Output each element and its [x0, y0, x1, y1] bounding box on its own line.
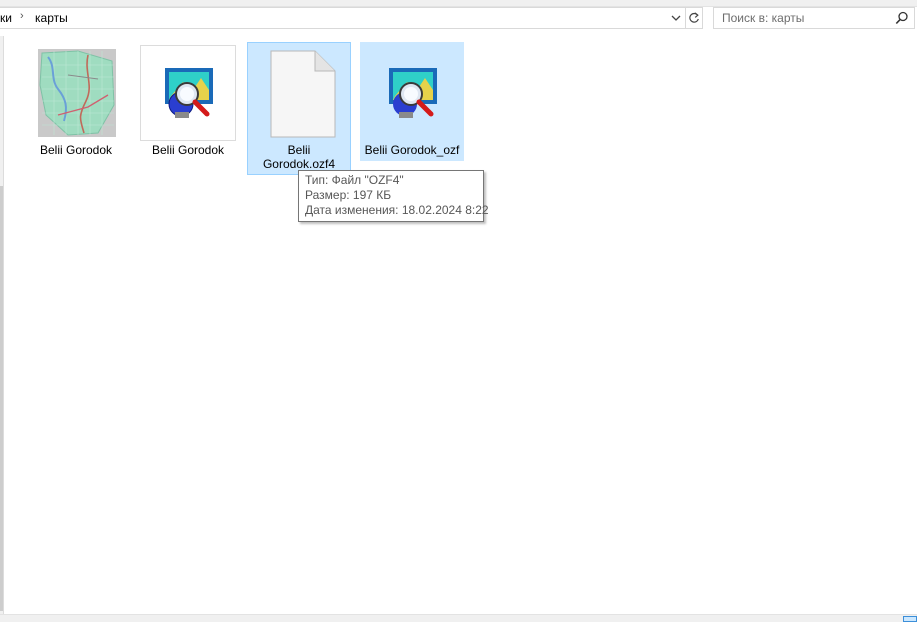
file-info-tooltip: Тип: Файл "OZF4" Размер: 197 КБ Дата изм…	[298, 170, 489, 222]
blank-file-icon	[251, 45, 347, 141]
tooltip-type: Тип: Файл "OZF4"	[305, 173, 404, 187]
large-icons-view-icon[interactable]	[903, 616, 917, 622]
file-item-selected[interactable]: Belii Gorodok.ozf4	[247, 42, 351, 175]
file-item-selected[interactable]: Belii Gorodok_ozf	[360, 42, 464, 161]
ozi-explorer-icon	[140, 45, 236, 141]
search-box[interactable]	[713, 7, 915, 29]
file-name: Belii Gorodok_ozf	[364, 143, 460, 157]
map-thumbnail-icon	[28, 45, 124, 141]
file-list-view: Belii Gorodok Belii Gorodok Belii Gorodo…	[4, 36, 917, 614]
breadcrumb-previous[interactable]: ки	[0, 11, 12, 25]
scrollbar-thumb[interactable]	[0, 186, 3, 611]
breadcrumb-separator-icon[interactable]: ›	[20, 10, 24, 22]
navigation-bar: ки › карты	[0, 0, 917, 36]
search-icon[interactable]	[895, 11, 909, 25]
file-item[interactable]: Belii Gorodok	[136, 42, 240, 161]
file-name: Belii Gorodok	[39, 143, 113, 157]
refresh-icon[interactable]	[685, 8, 702, 28]
file-name: Belii Gorodok	[151, 143, 225, 157]
tooltip-modified: Дата изменения: 18.02.2024 8:22	[305, 203, 489, 217]
search-input[interactable]	[714, 8, 890, 28]
chevron-down-icon[interactable]	[667, 8, 685, 28]
tooltip-size: Размер: 197 КБ	[305, 188, 392, 202]
ozi-explorer-icon	[364, 45, 460, 141]
file-item[interactable]: Belii Gorodok	[24, 42, 128, 161]
address-bar[interactable]: ки › карты	[0, 7, 703, 29]
breadcrumb-current[interactable]: карты	[35, 11, 68, 25]
